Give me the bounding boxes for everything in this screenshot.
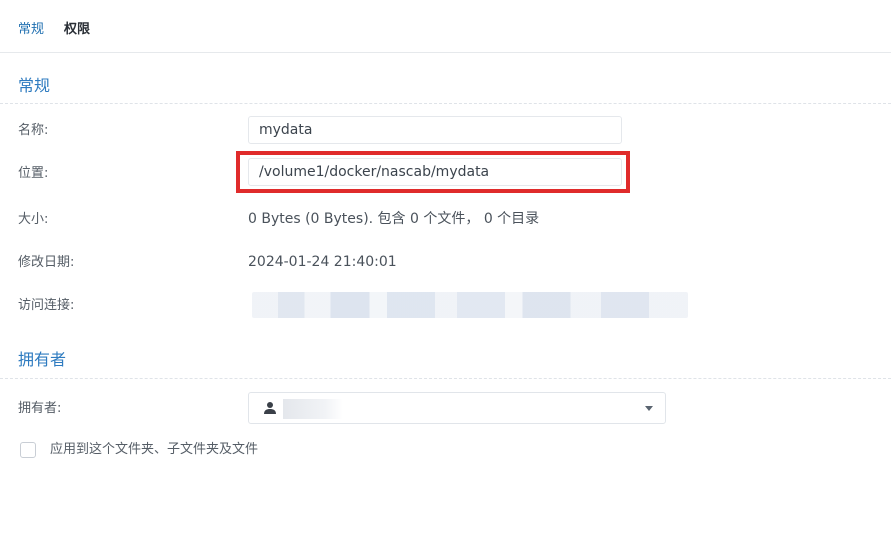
access-link-value-redacted [252,292,688,318]
owner-name-redacted [283,399,343,419]
tab-general[interactable]: 常规 [18,22,44,42]
name-label: 名称: [18,123,49,138]
owner-label: 拥有者: [18,401,62,416]
apply-recursive-label[interactable]: 应用到这个文件夹、子文件夹及文件 [50,441,258,459]
access-link-label: 访问连接: [18,298,75,313]
general-section-title: 常规 [18,76,51,95]
name-field[interactable]: mydata [248,116,622,144]
owner-section-title: 拥有者 [18,350,67,369]
tab-bar: 常规 权限 [18,22,90,42]
modified-value: 2024-01-24 21:40:01 [248,254,397,270]
owner-select[interactable] [248,392,666,424]
apply-recursive-row: 应用到这个文件夹、子文件夹及文件 [20,441,258,459]
size-label: 大小: [18,212,49,227]
owner-section-divider [0,378,891,379]
tab-divider [0,52,891,53]
location-highlight-box [236,151,630,193]
folder-properties-panel: 常规 权限 常规 名称: mydata 位置: /volume1/docker/… [0,0,891,537]
tab-permissions[interactable]: 权限 [64,22,90,42]
location-label: 位置: [18,166,49,181]
chevron-down-icon[interactable] [645,406,653,411]
apply-recursive-checkbox[interactable] [20,442,36,458]
size-value: 0 Bytes (0 Bytes). 包含 0 个文件， 0 个目录 [248,211,540,227]
modified-label: 修改日期: [18,255,75,270]
user-icon [264,402,276,414]
general-section-divider [0,103,891,104]
